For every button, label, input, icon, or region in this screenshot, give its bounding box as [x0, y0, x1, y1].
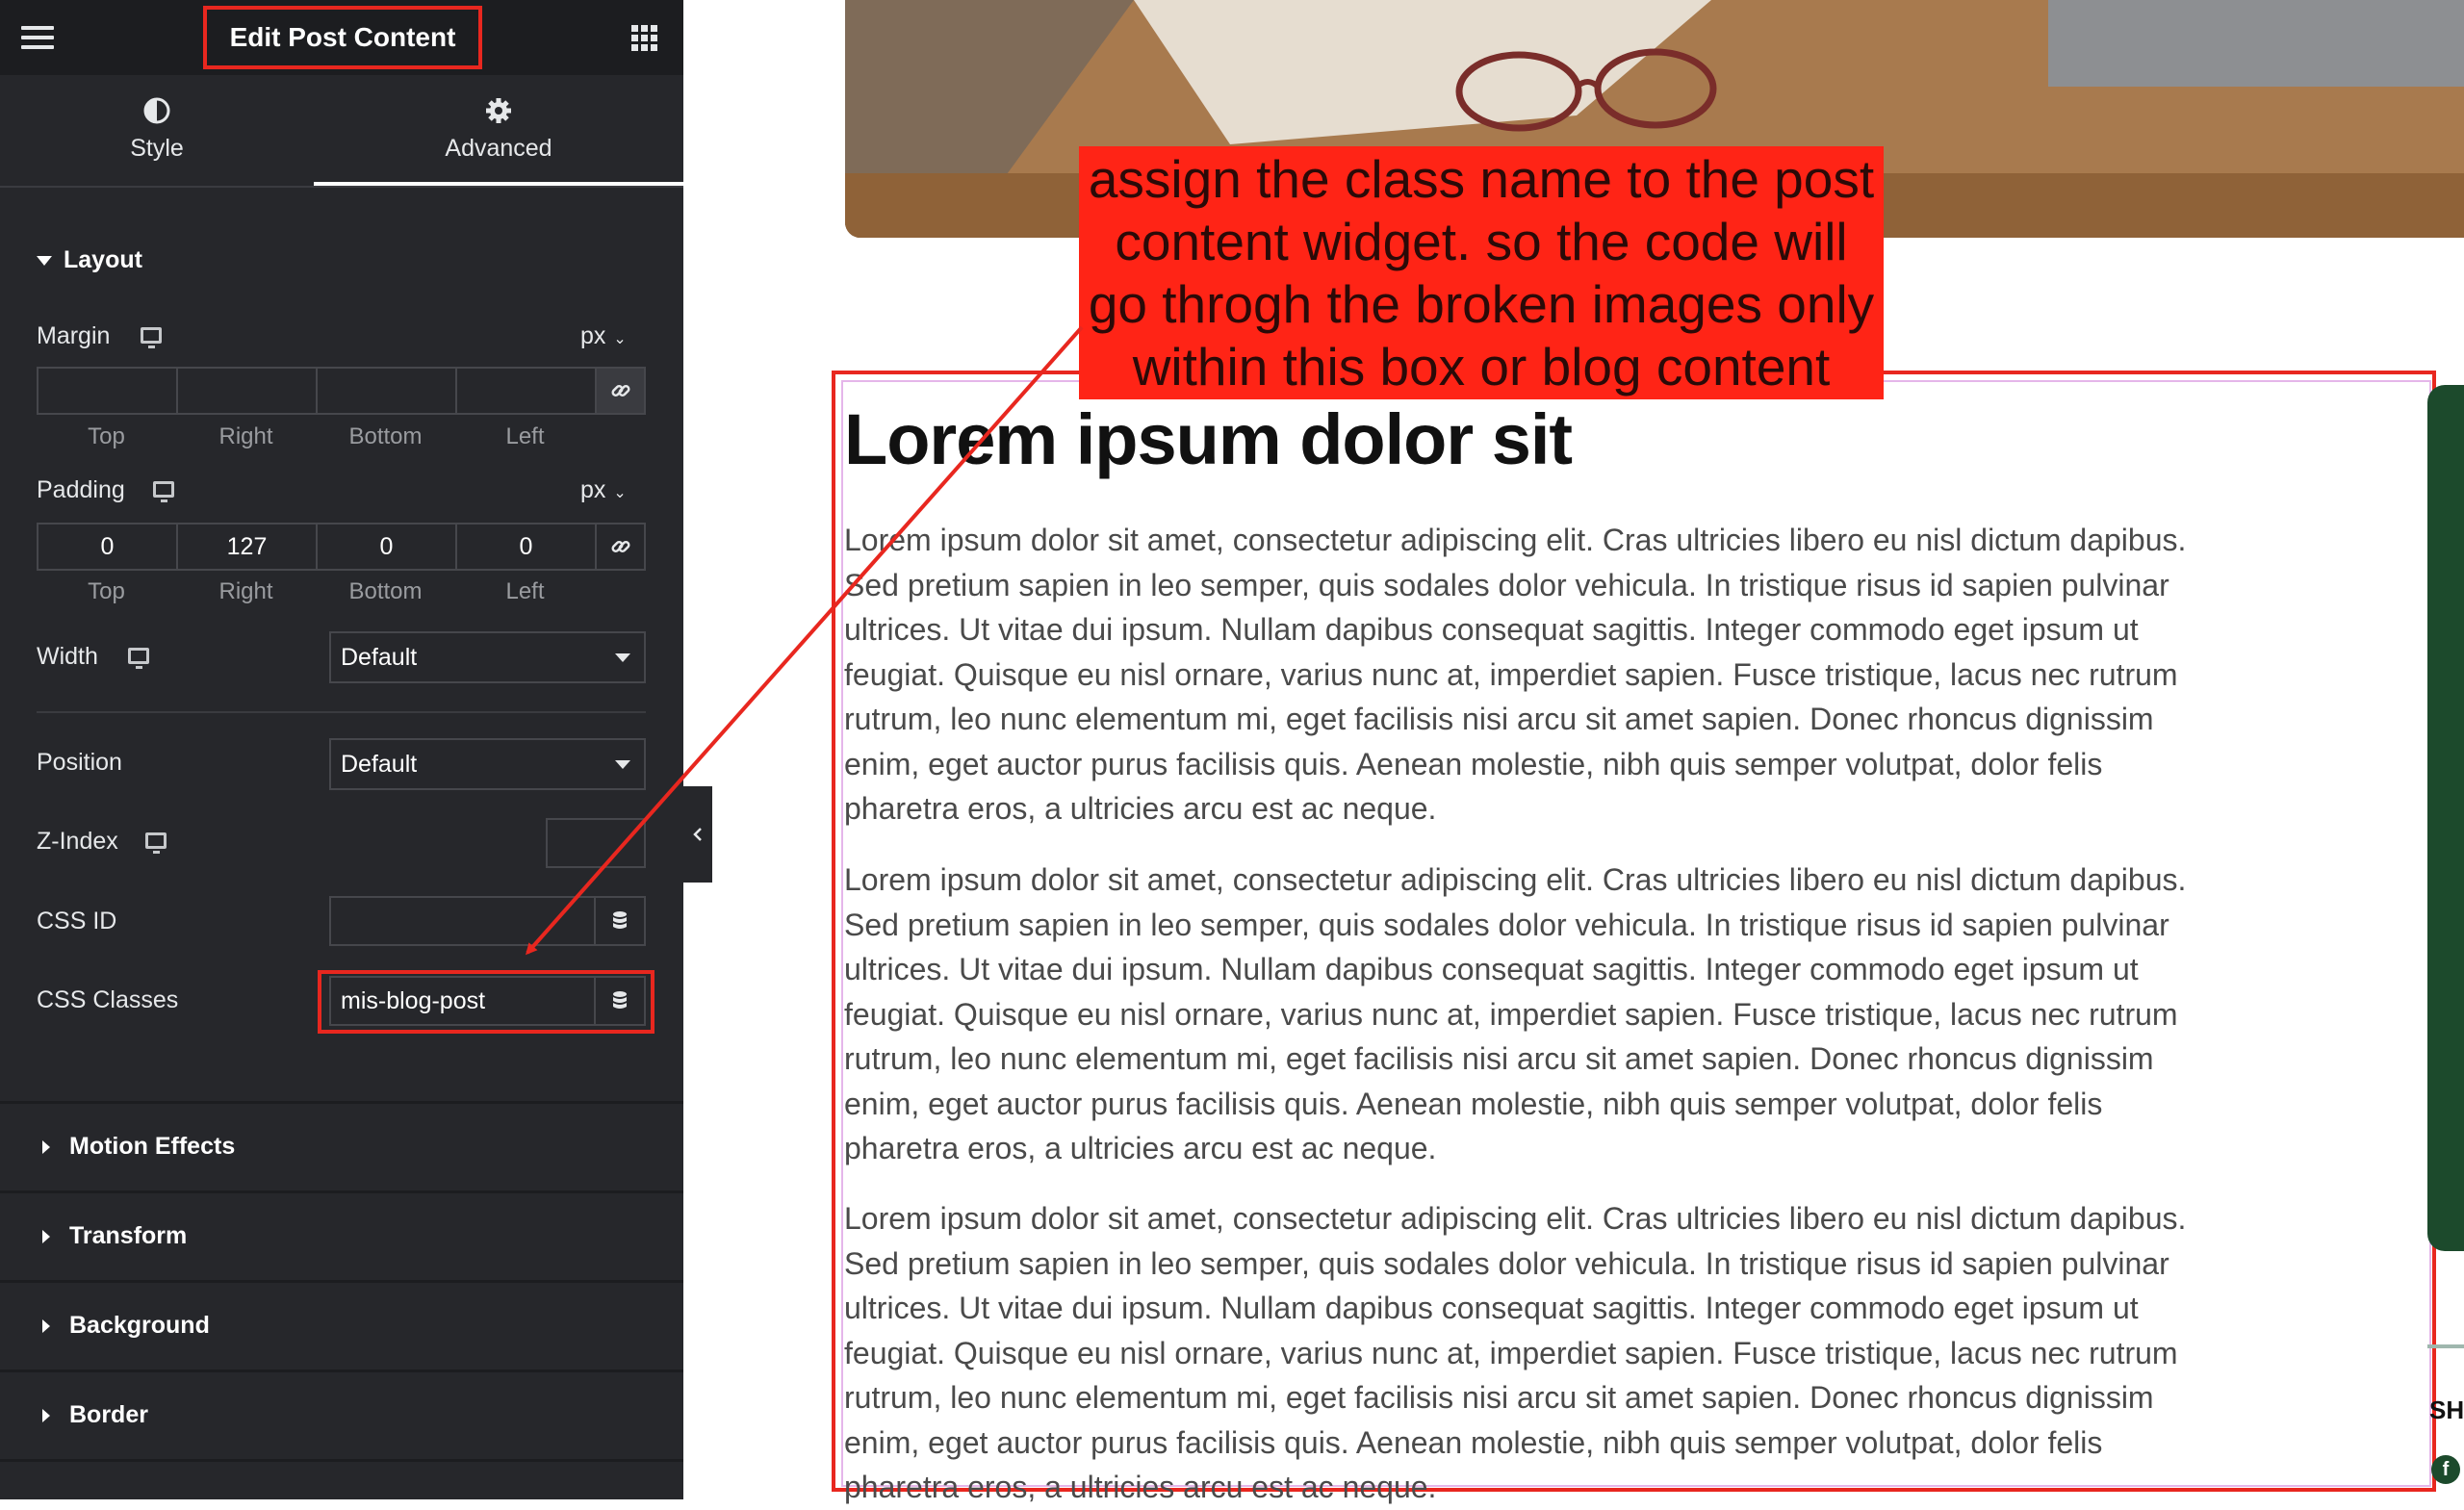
annotation-arrow — [526, 325, 1084, 956]
